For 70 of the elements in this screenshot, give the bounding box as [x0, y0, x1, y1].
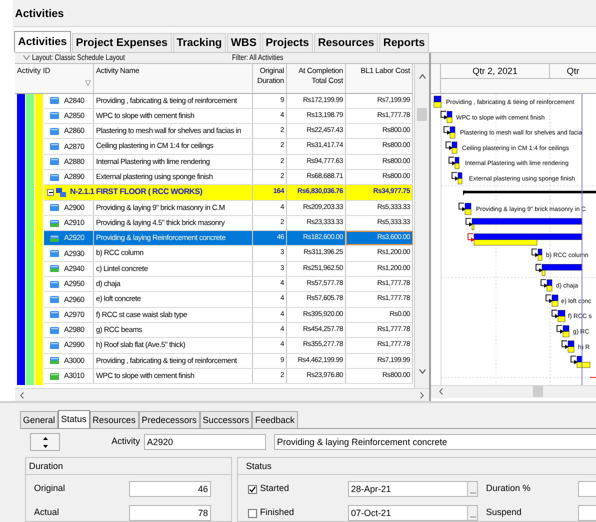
input-field[interactable]: 46 [129, 481, 211, 497]
activity-bar[interactable] [446, 110, 452, 122]
down-arrow-icon[interactable] [42, 444, 48, 448]
tab[interactable]: Project Expenses [72, 32, 172, 52]
activity-bar[interactable] [472, 218, 582, 230]
scroll-up-icon[interactable] [418, 74, 426, 79]
activity-bar[interactable] [568, 340, 574, 352]
activity-name-field[interactable]: Providing & laying Reinforcement concrete [274, 434, 596, 450]
activity-bar[interactable] [454, 156, 460, 168]
relationship-line [590, 376, 596, 378]
field-label: Original [33, 482, 66, 496]
panel-title: Activities [15, 7, 64, 22]
tab[interactable]: Resources [314, 32, 378, 52]
wbs-name: N-2.1.1 FIRST FLOOR ( RCC WORKS) [70, 186, 202, 198]
checkbox[interactable] [248, 484, 257, 494]
scroll-left-icon[interactable] [439, 388, 443, 396]
tab[interactable]: Successors [200, 411, 252, 428]
activity-bar[interactable] [434, 95, 442, 108]
activity-bar[interactable] [458, 172, 462, 184]
activity-bar[interactable] [552, 294, 558, 306]
tab[interactable]: Activities [14, 30, 71, 52]
input-field[interactable] [578, 505, 596, 521]
collapse-toggle[interactable] [47, 188, 54, 196]
tab[interactable]: Resources [90, 411, 139, 428]
activity-bar[interactable] [450, 126, 456, 138]
activity-bar[interactable] [538, 248, 542, 260]
input-field[interactable]: 78 [129, 505, 211, 521]
filter-label[interactable]: Filter: All Activities [232, 54, 284, 62]
spin-control[interactable] [30, 433, 60, 451]
up-arrow-icon[interactable] [42, 436, 48, 440]
tab[interactable]: Tracking [172, 32, 226, 52]
field-label: Activity [110, 435, 140, 448]
scroll-thumb[interactable] [533, 386, 543, 398]
field-label: Suspend [486, 506, 523, 520]
group-title: Status [238, 458, 596, 475]
tab[interactable]: Reports [379, 32, 429, 52]
scroll-right-icon[interactable] [420, 392, 424, 398]
collapse-icon[interactable] [23, 55, 30, 60]
input-field[interactable] [578, 481, 596, 497]
activity-bar[interactable] [542, 264, 582, 276]
tab[interactable]: Status [58, 410, 90, 428]
horizontal-scrollbar[interactable] [431, 384, 596, 398]
activity-bar[interactable] [576, 355, 590, 368]
tab[interactable]: General [20, 411, 58, 428]
activity-bar[interactable] [474, 233, 582, 245]
group-title: Duration [26, 458, 231, 475]
checkbox-label[interactable]: Finished [260, 506, 348, 520]
vertical-scrollbar[interactable] [414, 64, 429, 388]
timescale-label: Qtr [566, 64, 580, 78]
checkbox-label[interactable]: Started [260, 482, 348, 496]
timescale-label: Qtr 2, 2021 [441, 64, 550, 78]
activity-bar[interactable] [562, 324, 570, 337]
scroll-left-icon[interactable] [20, 392, 24, 398]
scroll-thumb[interactable] [417, 108, 427, 121]
horizontal-scrollbar[interactable] [15, 388, 429, 401]
field-label: Actual [33, 506, 60, 520]
scroll-down-icon[interactable] [418, 369, 426, 374]
tab[interactable]: Projects [262, 32, 313, 52]
activity-bar[interactable] [558, 310, 566, 322]
activity-bar[interactable] [452, 141, 458, 154]
activity-id-field[interactable]: A2920 [144, 434, 266, 450]
wbs-icon [56, 188, 66, 197]
field-label: Duration % [486, 482, 532, 496]
tab[interactable]: WBS [226, 32, 261, 52]
tab[interactable]: Predecessors [138, 411, 200, 428]
layout-label[interactable]: Layout: Classic Schedule Layout [32, 54, 192, 62]
activity-bar[interactable] [464, 202, 472, 214]
checkbox[interactable] [248, 508, 257, 518]
activity-bar[interactable] [546, 278, 552, 291]
tab[interactable]: Feedback [252, 411, 298, 428]
